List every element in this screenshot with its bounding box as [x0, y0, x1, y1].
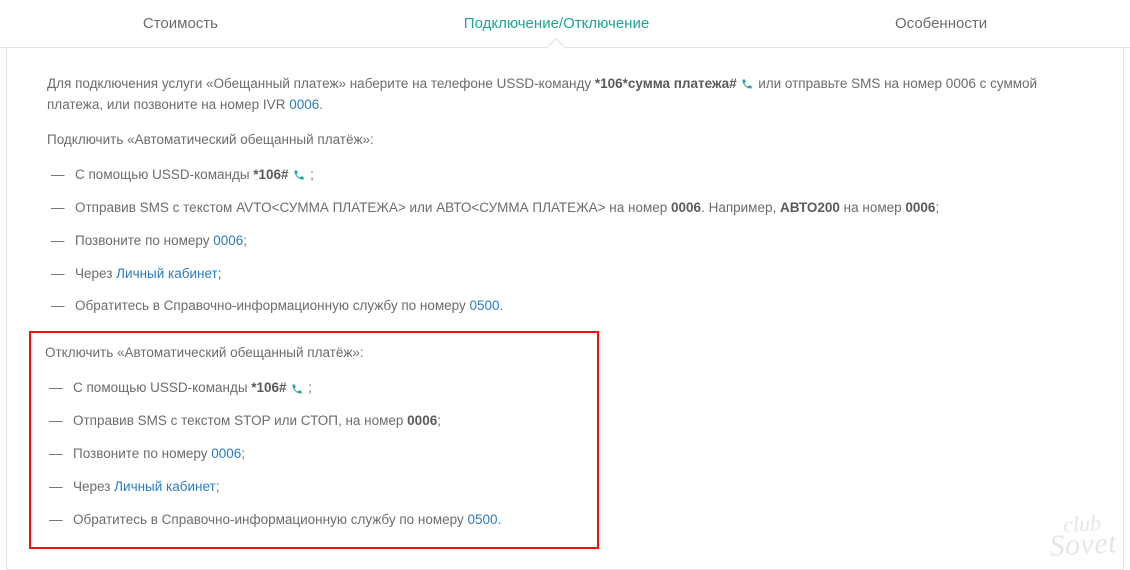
account-link[interactable]: Личный кабинет — [114, 479, 216, 494]
item-text: Обратитесь в Справочно-информационную сл… — [75, 298, 470, 313]
list-item: С помощью USSD-команды *106# ; — [45, 378, 583, 399]
item-text: ; — [437, 413, 441, 428]
item-text: Позвоните по номеру — [75, 233, 213, 248]
phone-icon — [741, 78, 753, 90]
item-text: Отправив SMS с текстом STOP или СТОП, на… — [73, 413, 407, 428]
phone-icon — [293, 169, 305, 181]
call-link[interactable]: 0006 — [211, 446, 241, 461]
phone-icon — [291, 383, 303, 395]
sms-number: 0006 — [671, 200, 701, 215]
sms-number: 0006 — [407, 413, 437, 428]
tab-features[interactable]: Особенности — [895, 1, 987, 46]
item-text: Через — [75, 266, 116, 281]
tab-cost[interactable]: Стоимость — [143, 1, 218, 46]
item-text: на номер — [840, 200, 905, 215]
item-text: ; — [216, 479, 220, 494]
tabs-bar: Стоимость Подключение/Отключение Особенн… — [0, 0, 1130, 48]
ussd-code: *106*сумма платежа# — [595, 76, 741, 91]
item-text: . — [500, 298, 504, 313]
item-text: ; — [243, 233, 247, 248]
item-text: С помощью USSD-команды — [75, 167, 253, 182]
ivr-link[interactable]: 0006 — [289, 97, 319, 112]
item-text: ; — [935, 200, 939, 215]
list-item: Позвоните по номеру 0006; — [45, 444, 583, 465]
item-text: Отправив SMS с текстом AVTO<СУММА ПЛАТЕЖ… — [75, 200, 671, 215]
highlight-box: Отключить «Автоматический обещанный плат… — [29, 331, 599, 549]
list-item: Через Личный кабинет; — [45, 477, 583, 498]
tab-content: Для подключения услуги «Обещанный платеж… — [6, 48, 1124, 570]
list-item: Отправив SMS с текстом STOP или СТОП, на… — [45, 411, 583, 432]
section-on-title: Подключить «Автоматический обещанный пла… — [47, 130, 1083, 151]
ussd-code: *106# — [253, 167, 292, 182]
list-item: С помощью USSD-команды *106# ; — [47, 165, 1083, 186]
item-text: ; — [241, 446, 245, 461]
account-link[interactable]: Личный кабинет — [116, 266, 218, 281]
list-item: Через Личный кабинет; — [47, 264, 1083, 285]
call-link[interactable]: 0006 — [213, 233, 243, 248]
sms-example: АВТО200 — [780, 200, 840, 215]
item-text: Через — [73, 479, 114, 494]
item-text: ; — [306, 167, 314, 182]
support-link[interactable]: 0500 — [468, 512, 498, 527]
item-text: ; — [218, 266, 222, 281]
section-off-title: Отключить «Автоматический обещанный плат… — [45, 343, 583, 364]
intro-paragraph: Для подключения услуги «Обещанный платеж… — [47, 74, 1083, 116]
item-text: Обратитесь в Справочно-информационную сл… — [73, 512, 468, 527]
intro-text: . — [319, 97, 323, 112]
intro-text: Для подключения услуги «Обещанный платеж… — [47, 76, 595, 91]
list-item: Отправив SMS с текстом AVTO<СУММА ПЛАТЕЖ… — [47, 198, 1083, 219]
ussd-code: *106# — [251, 380, 290, 395]
list-item: Обратитесь в Справочно-информационную сл… — [45, 510, 583, 531]
support-link[interactable]: 0500 — [470, 298, 500, 313]
disconnect-list: С помощью USSD-команды *106# ; Отправив … — [45, 378, 583, 531]
item-text: Позвоните по номеру — [73, 446, 211, 461]
list-item: Обратитесь в Справочно-информационную сл… — [47, 296, 1083, 317]
item-text: . — [498, 512, 502, 527]
item-text: . Например, — [701, 200, 780, 215]
connect-list: С помощью USSD-команды *106# ; Отправив … — [47, 165, 1083, 318]
item-text: С помощью USSD-команды — [73, 380, 251, 395]
list-item: Позвоните по номеру 0006; — [47, 231, 1083, 252]
sms-number: 0006 — [905, 200, 935, 215]
tab-connect[interactable]: Подключение/Отключение — [464, 1, 649, 46]
item-text: ; — [304, 380, 312, 395]
